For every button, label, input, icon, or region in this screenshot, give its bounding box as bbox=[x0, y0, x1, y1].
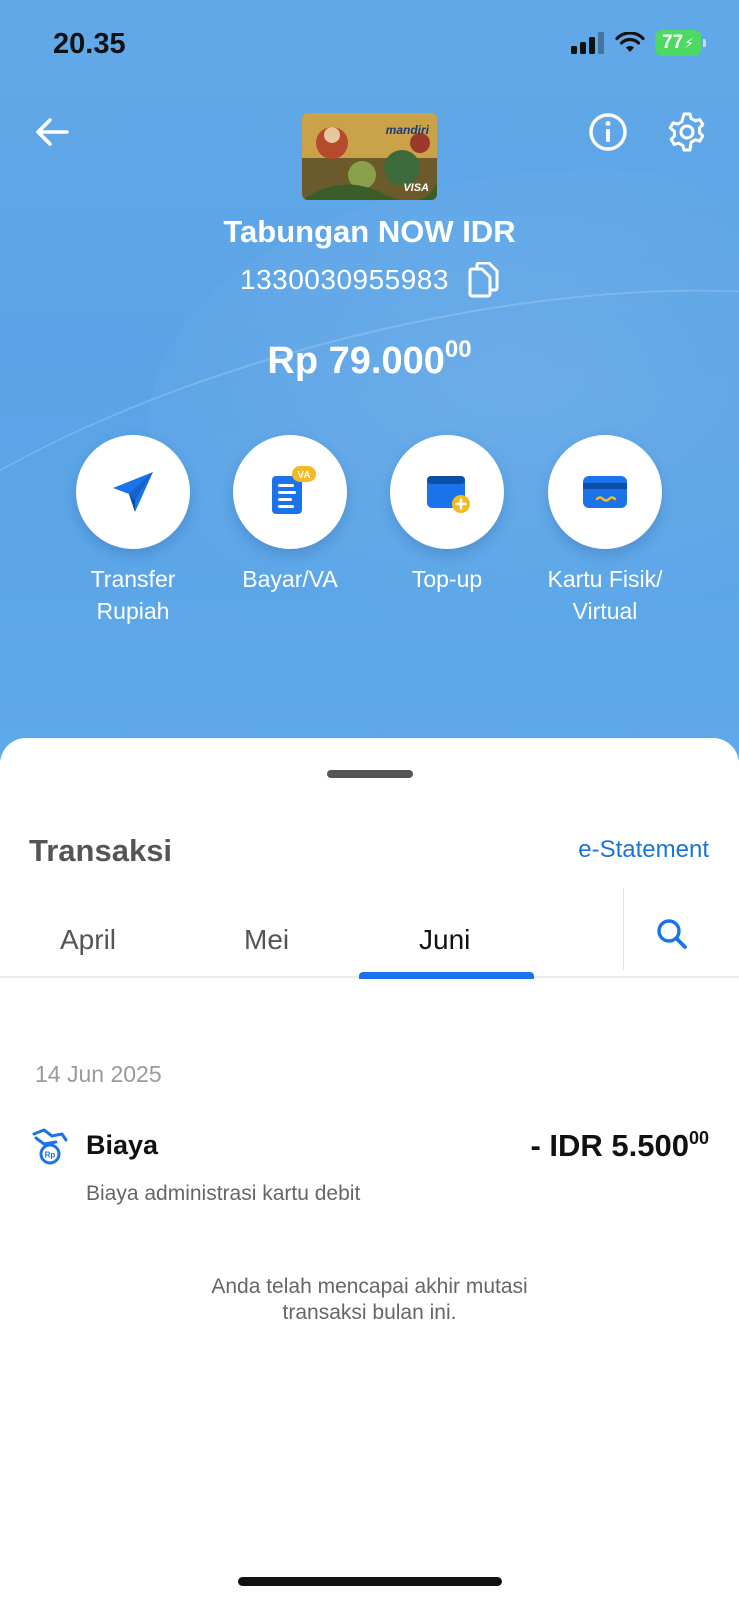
action-circle bbox=[390, 435, 504, 549]
search-icon bbox=[657, 919, 687, 949]
transactions-sheet: Transaksi e-Statement April Mei Juni 14 … bbox=[0, 738, 739, 1600]
settings-button[interactable] bbox=[665, 110, 709, 154]
wifi-icon bbox=[615, 32, 645, 52]
status-bar: 20.35 77 ⚡ bbox=[0, 0, 739, 90]
svg-text:Rp: Rp bbox=[45, 1151, 56, 1160]
balance-cents: 00 bbox=[444, 336, 472, 363]
action-circle bbox=[76, 435, 190, 549]
action-label: Bayar/VA bbox=[242, 566, 338, 592]
action-label: Transfer Rupiah bbox=[90, 566, 176, 624]
transaction-description: Biaya administrasi kartu debit bbox=[86, 1182, 361, 1205]
charging-icon: ⚡ bbox=[684, 34, 694, 51]
action-top-up[interactable]: Top-up bbox=[367, 435, 527, 595]
action-bayar-va[interactable]: VA Bayar/VA bbox=[210, 435, 370, 595]
card-network: VISA bbox=[403, 182, 429, 194]
action-circle: VA bbox=[233, 435, 347, 549]
transaction-amount-cents: 00 bbox=[688, 1128, 709, 1148]
tab-divider bbox=[623, 888, 624, 970]
action-label: Kartu Fisik/ Virtual bbox=[547, 566, 663, 624]
info-icon bbox=[589, 113, 627, 151]
info-button[interactable] bbox=[586, 110, 630, 154]
transaction-amount-main: - IDR 5.500 bbox=[530, 1128, 689, 1163]
va-bill-icon: VA bbox=[272, 466, 316, 514]
status-time: 20.35 bbox=[53, 28, 126, 60]
va-badge: VA bbox=[297, 470, 310, 481]
card-icon bbox=[583, 476, 627, 508]
tab-mei[interactable]: Mei bbox=[244, 924, 289, 956]
account-name: Tabungan NOW IDR bbox=[223, 214, 516, 249]
transaction-amount: - IDR 5.50000 bbox=[530, 1128, 709, 1164]
gear-icon bbox=[668, 112, 705, 152]
transactions-title: Transaksi bbox=[29, 833, 173, 868]
month-tabs: April Mei Juni bbox=[0, 888, 739, 979]
battery-indicator: 77 ⚡ bbox=[655, 30, 706, 56]
e-statement-link[interactable]: e-Statement bbox=[578, 836, 709, 864]
account-number-row: 1330030955983 bbox=[0, 262, 739, 298]
tab-april[interactable]: April bbox=[60, 924, 116, 956]
account-balance: Rp 79.00000 bbox=[0, 336, 739, 383]
back-button[interactable] bbox=[30, 110, 74, 154]
paper-plane-icon bbox=[113, 472, 153, 512]
status-icons: 77 ⚡ bbox=[571, 30, 706, 56]
end-of-list-note: Anda telah mencapai akhir mutasi transak… bbox=[211, 1275, 528, 1324]
action-kartu-fisik-virtual[interactable]: Kartu Fisik/ Virtual bbox=[525, 435, 685, 627]
action-circle bbox=[548, 435, 662, 549]
card-brand: mandiri bbox=[385, 123, 429, 137]
transaction-date: 14 Jun 2025 bbox=[35, 1061, 162, 1087]
balance-amount: Rp 79.000 bbox=[267, 340, 445, 382]
battery-level: 77 bbox=[662, 32, 684, 53]
home-indicator[interactable] bbox=[238, 1577, 502, 1586]
action-transfer-rupiah[interactable]: Transfer Rupiah bbox=[53, 435, 213, 627]
copy-icon[interactable] bbox=[467, 262, 499, 298]
arrow-left-icon bbox=[36, 118, 69, 146]
transaction-row[interactable]: Rp Biaya - IDR 5.50000 Biaya administras… bbox=[0, 1126, 739, 1226]
wallet-add-icon bbox=[427, 476, 470, 513]
search-button[interactable] bbox=[650, 912, 694, 956]
sheet-grabber[interactable] bbox=[327, 770, 413, 778]
action-label: Top-up bbox=[411, 566, 483, 592]
signal-icon bbox=[571, 32, 604, 54]
account-number: 1330030955983 bbox=[240, 264, 449, 295]
tab-juni[interactable]: Juni bbox=[419, 924, 470, 956]
active-tab-indicator bbox=[359, 972, 534, 979]
fee-icon: Rp bbox=[30, 1126, 72, 1168]
transaction-name: Biaya bbox=[86, 1130, 159, 1160]
card-thumbnail[interactable]: mandiri VISA bbox=[302, 113, 437, 200]
